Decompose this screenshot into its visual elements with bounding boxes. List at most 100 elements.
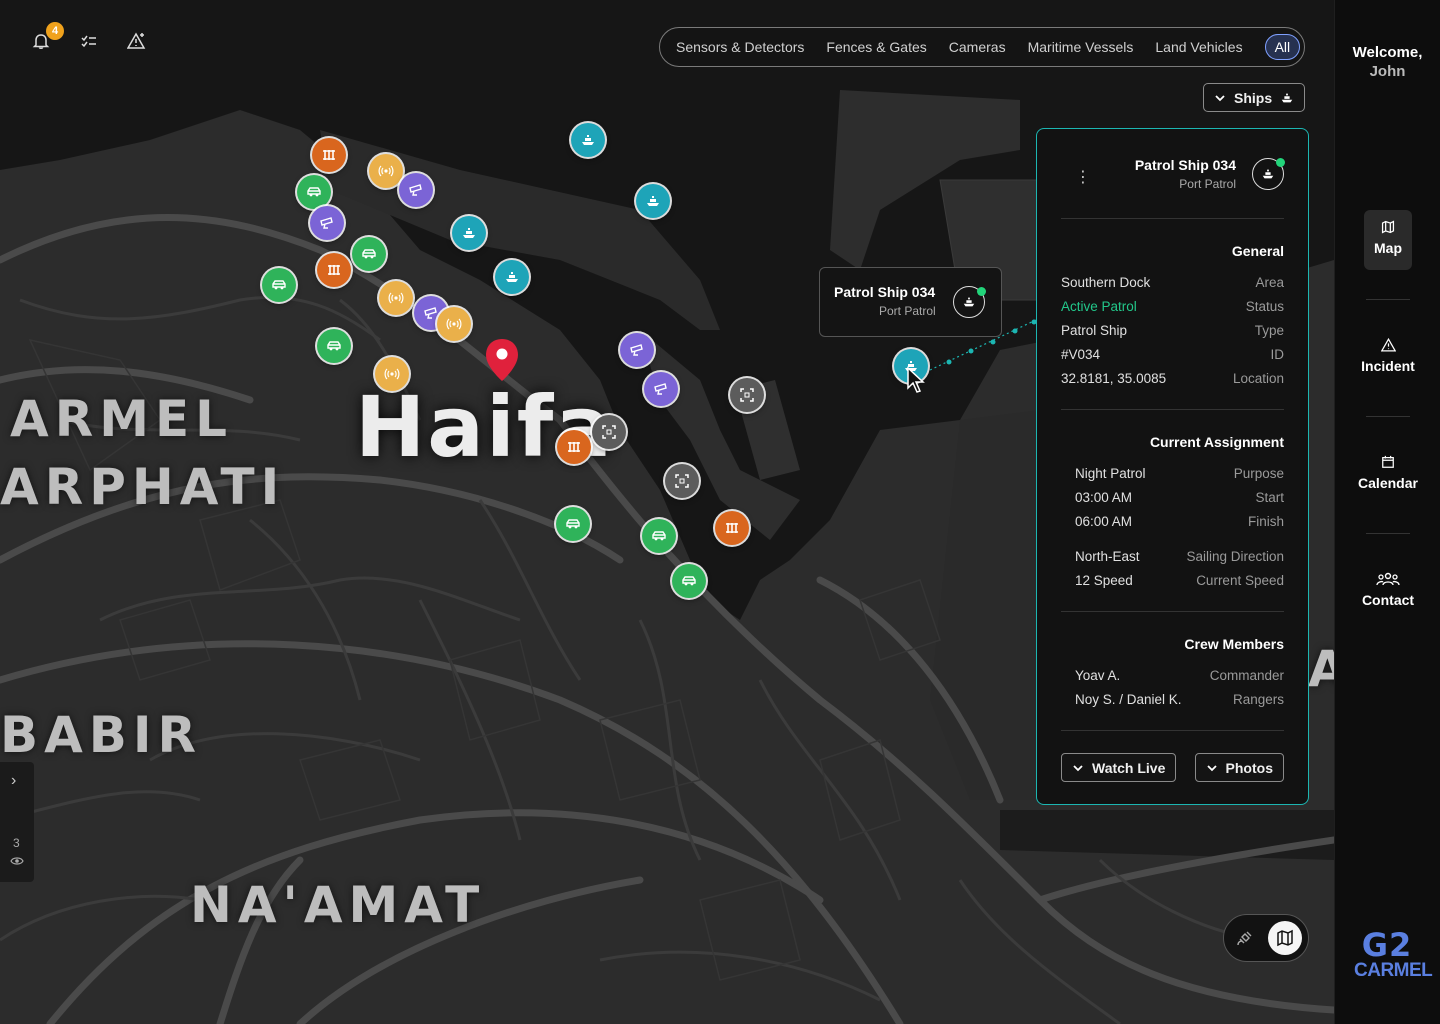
- car-icon: [307, 187, 321, 197]
- camera-marker[interactable]: [644, 372, 678, 406]
- calendar-icon: [1382, 455, 1394, 468]
- nav-contact-label: Contact: [1361, 592, 1415, 608]
- nav-incident[interactable]: Incident: [1335, 338, 1440, 374]
- location-pin-icon[interactable]: [484, 338, 520, 382]
- land-vehicle-marker[interactable]: [297, 175, 331, 209]
- cursor-icon: [907, 366, 925, 393]
- filter-cameras[interactable]: Cameras: [949, 39, 1006, 55]
- fence-icon: [323, 150, 335, 160]
- sensor-icon: [388, 292, 404, 304]
- nav-calendar-label: Calendar: [1358, 475, 1418, 491]
- warning-icon: [1380, 338, 1396, 352]
- filter-all[interactable]: All: [1264, 34, 1301, 60]
- filter-maritime[interactable]: Maritime Vessels: [1028, 39, 1134, 55]
- map-icon: [1277, 929, 1293, 947]
- fence-gate-marker[interactable]: [317, 253, 351, 287]
- fence-gate-marker[interactable]: [312, 138, 346, 172]
- nav-contact[interactable]: Contact: [1335, 572, 1440, 608]
- map-label-babir: BABIR: [0, 706, 203, 764]
- ship-icon: [1281, 93, 1293, 102]
- photos-button[interactable]: Photos: [1194, 753, 1284, 782]
- welcome-message: Welcome, John: [1335, 43, 1440, 81]
- sensor-icon: [384, 368, 400, 380]
- land-vehicle-marker[interactable]: [672, 564, 706, 598]
- scan-icon: [602, 425, 616, 439]
- vessel-marker[interactable]: [571, 123, 605, 157]
- vessel-marker[interactable]: [452, 216, 486, 250]
- sensor-icon: [446, 318, 462, 330]
- info-value: Yoav A.: [1075, 668, 1121, 683]
- assignment-section: Current Assignment Night Patrol Purpose 03…: [1061, 410, 1284, 612]
- ship-hover-tooltip: Patrol Ship 034 Port Patrol: [819, 267, 1002, 337]
- map-view-option[interactable]: [1268, 921, 1302, 955]
- filter-sensors[interactable]: Sensors & Detectors: [676, 39, 804, 55]
- car-icon: [566, 519, 580, 529]
- land-vehicle-marker[interactable]: [556, 507, 590, 541]
- map-icon: [1381, 220, 1395, 234]
- layers-drawer-handle[interactable]: › 3: [0, 762, 34, 882]
- info-value: Noy S. / Daniel K.: [1075, 692, 1182, 707]
- crew-heading: Crew Members: [1184, 636, 1284, 652]
- filter-fences[interactable]: Fences & Gates: [826, 39, 926, 55]
- vessel-marker[interactable]: [495, 260, 529, 294]
- detector-marker[interactable]: [592, 415, 626, 449]
- detector-marker[interactable]: [665, 464, 699, 498]
- fence-icon: [726, 523, 738, 533]
- satellite-icon[interactable]: [1236, 929, 1254, 947]
- sensor-marker[interactable]: [369, 154, 403, 188]
- land-vehicle-marker[interactable]: [317, 329, 351, 363]
- camera-marker[interactable]: [310, 206, 344, 240]
- chevron-down-icon: [1206, 764, 1217, 771]
- nav-calendar[interactable]: Calendar: [1335, 455, 1440, 491]
- camera-icon: [654, 383, 667, 395]
- land-vehicle-marker[interactable]: [352, 237, 386, 271]
- camera-marker[interactable]: [399, 173, 433, 207]
- fence-gate-marker[interactable]: [715, 511, 749, 545]
- general-heading: General: [1231, 243, 1284, 259]
- sensor-marker[interactable]: [379, 281, 413, 315]
- nav-map[interactable]: Map: [1335, 210, 1440, 270]
- right-sidebar: Welcome, John Map Incident Calendar Cont…: [1334, 0, 1440, 1024]
- map-label-carphati: ARPHATI: [0, 458, 286, 516]
- assignment-nav-rows: North-East Sailing Direction 12 Speed Curre…: [1061, 545, 1284, 593]
- fence-icon: [328, 265, 340, 275]
- scan-icon: [740, 388, 754, 402]
- fence-gate-marker[interactable]: [557, 430, 591, 464]
- chevron-down-icon: [1073, 764, 1083, 771]
- info-value: Patrol Ship: [1061, 323, 1128, 338]
- info-label: Type: [1254, 323, 1284, 338]
- land-vehicle-marker[interactable]: [262, 268, 296, 302]
- assignment-heading: Current Assignment: [1149, 434, 1284, 450]
- info-label: Area: [1255, 275, 1284, 290]
- sensor-marker[interactable]: [375, 357, 409, 391]
- watch-live-button[interactable]: Watch Live: [1061, 753, 1177, 782]
- welcome-text: Welcome,: [1352, 44, 1423, 61]
- layers-count: 3: [13, 836, 20, 850]
- info-label: Status: [1245, 299, 1284, 314]
- info-value: 12 Speed: [1075, 573, 1133, 588]
- more-options-icon[interactable]: ⋮: [1075, 167, 1091, 187]
- tasks-button[interactable]: [78, 30, 100, 52]
- camera-icon: [630, 344, 643, 356]
- fence-icon: [568, 442, 580, 452]
- info-row: #V034 ID: [1061, 343, 1284, 367]
- checklist-icon: [81, 35, 96, 48]
- map-type-toggle[interactable]: [1223, 914, 1309, 962]
- crew-rows: Yoav A. Commander Noy S. / Daniel K. Ranger…: [1061, 664, 1284, 712]
- vessel-marker[interactable]: [636, 184, 670, 218]
- info-label: Commander: [1209, 668, 1284, 683]
- map-label-naamat: NA'AMAT: [190, 876, 486, 934]
- map-canvas[interactable]: ARMEL ARPHATI Haifa BABIR NA'AMAT A 4 Se…: [0, 0, 1334, 1024]
- assignment-rows: Night Patrol Purpose 03:00 AM Start 06:00 AM…: [1061, 462, 1284, 534]
- land-vehicle-marker[interactable]: [642, 519, 676, 553]
- notifications-button[interactable]: 4: [30, 22, 64, 52]
- filter-land-vehicles[interactable]: Land Vehicles: [1155, 39, 1242, 55]
- ship-icon: [647, 196, 659, 206]
- info-row: 32.8181, 35.0085 Location: [1061, 367, 1284, 391]
- sensor-marker[interactable]: [437, 307, 471, 341]
- detector-marker[interactable]: [730, 378, 764, 412]
- add-alert-button[interactable]: [126, 30, 148, 52]
- watch-live-label: Watch Live: [1092, 759, 1166, 776]
- ships-dropdown[interactable]: Ships: [1203, 83, 1306, 112]
- camera-marker[interactable]: [620, 333, 654, 367]
